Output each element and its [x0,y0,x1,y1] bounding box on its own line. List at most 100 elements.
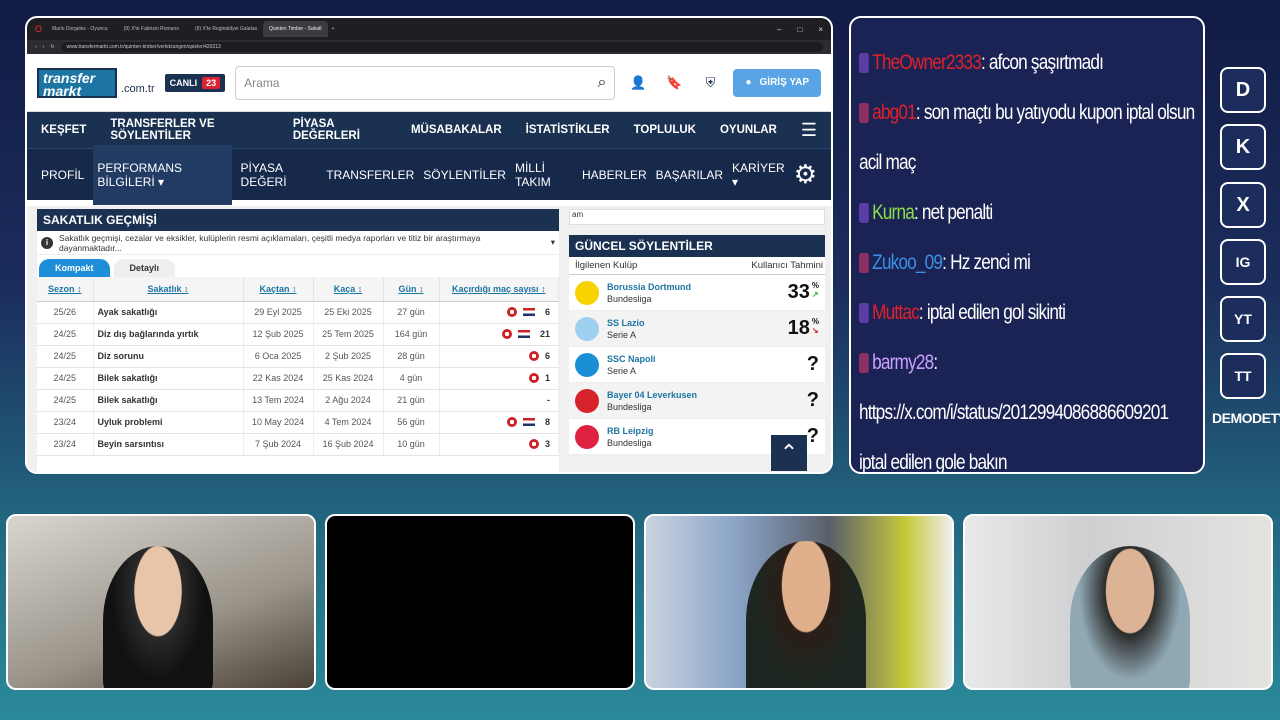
opera-icon[interactable]: O [35,24,42,34]
club-name[interactable]: RB Leipzig [607,425,799,437]
days-cell: 164 gün [383,323,440,346]
browser-tab[interactable]: (9) X'te Fabrizio Romano [118,21,185,37]
browser-tab[interactable]: (9) X'te Reginaldyei Galatas [189,21,259,37]
club-crest-icon[interactable] [501,329,512,340]
column-header[interactable]: Kaça ↕ [313,277,384,302]
scroll-to-top-button[interactable]: ⌃ [771,435,807,471]
subnav-item[interactable]: PİYASA DEĞERİ [241,161,318,189]
subnav-item[interactable]: BAŞARILAR [656,168,723,182]
chat-message: TheOwner2333: afcon şaşırtmadı [859,38,1197,88]
instagram-icon[interactable]: IG [1220,239,1266,285]
main-nav: KEŞFET TRANSFERLER VE SÖYLENTİLER PİYASA… [27,112,831,148]
nav-item[interactable]: PİYASA DEĞERLERİ [293,118,387,142]
nav-item[interactable]: TRANSFERLER VE SÖYLENTİLER [110,118,268,142]
domain-selector[interactable]: .com.tr [121,83,155,95]
club-name[interactable]: Bayer 04 Leverkusen [607,389,799,401]
tab-compact[interactable]: Kompakt [39,259,110,277]
tiktok-icon[interactable]: TT [1220,353,1266,399]
club-name[interactable]: SSC Napoli [607,353,799,365]
youtube-icon[interactable]: YT [1220,296,1266,342]
club-crest-icon[interactable] [506,417,517,428]
league-name: Serie A [607,365,637,376]
subnav-item[interactable]: MİLLİ TAKIM [515,161,573,189]
login-button[interactable]: ● GİRİŞ YAP [733,68,821,97]
bookmark-icon[interactable]: 🔖 [661,70,687,96]
to-cell: 4 Tem 2024 [313,411,384,434]
transfermarkt-logo[interactable]: transfer markt [37,67,117,98]
browser-tab-active[interactable]: Quinten Timber - Sakatl [263,21,328,37]
club-crest-icon[interactable] [506,307,517,318]
user-badge-icon [859,103,869,124]
from-cell: 29 Eyl 2025 [243,301,314,324]
rumour-item[interactable]: Borussia Dortmund Bundesliga 33% ↗ [569,275,825,311]
subnav-item[interactable]: SÖYLENTİLER [423,168,506,182]
maximize-icon[interactable]: □ [797,25,802,34]
chat-username[interactable]: Zukoo_09 [872,251,943,274]
nav-item[interactable]: TOPLULUK [634,124,696,136]
chat-username[interactable]: Kurna [872,201,915,224]
info-bar[interactable]: i Sakatlık geçmişi, cezalar ve eksikler,… [37,231,559,255]
column-header[interactable]: Kaçırdığı maç sayısı ↕ [439,277,559,302]
comment-input[interactable]: am [569,209,825,225]
new-tab-icon[interactable]: + [332,26,335,32]
live-button[interactable]: CANLI 23 [164,73,226,92]
column-header[interactable]: Sezon ↕ [37,277,94,302]
club-crest-icon[interactable] [528,351,539,362]
subnav-item[interactable]: HABERLER [582,168,647,182]
user-search-icon[interactable]: 👤 [625,70,651,96]
from-cell: 10 May 2024 [243,411,314,434]
rumours-title: GÜNCEL SÖYLENTİLER [569,235,825,257]
trend-up-icon: ↗ [811,290,819,299]
club-name[interactable]: SS Lazio [607,317,780,329]
type-cell: Uyluk problemi [93,411,244,434]
injury-section: SAKATLIK GEÇMİŞİ i Sakatlık geçmişi, cez… [37,209,559,472]
chat-message: Zukoo_09: Hz zenci mi [859,238,1197,288]
rumour-item[interactable]: SSC Napoli Serie A? [569,347,825,383]
club-crest-icon[interactable] [528,439,539,450]
menu-icon[interactable]: ☰ [801,120,817,141]
nav-item[interactable]: KEŞFET [41,124,86,136]
search-icon[interactable]: ⌕ [598,74,607,92]
nav-item[interactable]: OYUNLAR [720,124,777,136]
column-header[interactable]: Gün ↕ [383,277,440,302]
gear-icon[interactable]: ⚙ [794,159,817,190]
reload-icon[interactable]: ↻ [50,44,54,50]
subnav-item[interactable]: PROFİL [41,168,84,182]
social-d-icon[interactable]: D [1220,67,1266,113]
browser-tab[interactable]: Mario Dorgeles - Oyuncu [46,21,114,37]
club-crest-icon [575,316,599,341]
nav-item[interactable]: İSTATİSTİKLER [526,124,610,136]
minimize-icon[interactable]: – [777,25,781,34]
url-field[interactable]: www.transfermarkt.com.tr/quinten-timber/… [60,42,823,52]
chat-text: : Hz zenci mi [942,251,1031,274]
back-icon[interactable]: ‹ [35,44,37,50]
search-input[interactable]: Arama ⌕ [235,65,616,100]
subnav-item-active[interactable]: PERFORMANS BİLGİLERİ ▾ [93,144,232,205]
forward-icon[interactable]: › [43,44,45,50]
chat-username[interactable]: Muttac [872,301,920,324]
rumour-item[interactable]: SS Lazio Serie A 18% ↘ [569,311,825,347]
kick-icon[interactable]: K [1220,124,1266,170]
subnav-item[interactable]: KARİYER ▾ [732,161,785,189]
days-cell: 56 gün [383,411,440,434]
chat-message: abg01: son maçtı bu yatıyodu kupon iptal… [859,88,1197,188]
chat-username[interactable]: abg01 [872,101,917,124]
close-icon[interactable]: × [818,25,823,34]
chevron-down-icon[interactable]: ▾ [551,237,555,248]
user-icon: ● [745,77,752,88]
chat-username[interactable]: barmy28 [872,351,934,374]
column-header[interactable]: Kaçtan ↕ [243,277,314,302]
club-crest-icon[interactable] [528,373,539,384]
club-name[interactable]: Borussia Dortmund [607,281,780,293]
type-cell: Diz dış bağlarında yırtık [93,323,244,346]
nav-item[interactable]: MÜSABAKALAR [411,124,502,136]
x-icon[interactable]: X [1220,182,1266,228]
chat-username[interactable]: TheOwner2333 [872,51,982,74]
shield-icon[interactable]: ⛨ [697,70,723,96]
season-cell: 24/25 [37,323,94,346]
rumour-item[interactable]: Bayer 04 Leverkusen Bundesliga? [569,383,825,419]
from-cell: 22 Kas 2024 [243,367,314,390]
column-header[interactable]: Sakatlık ↕ [93,277,244,302]
subnav-item[interactable]: TRANSFERLER [326,168,414,182]
tab-detailed[interactable]: Detaylı [113,259,176,277]
